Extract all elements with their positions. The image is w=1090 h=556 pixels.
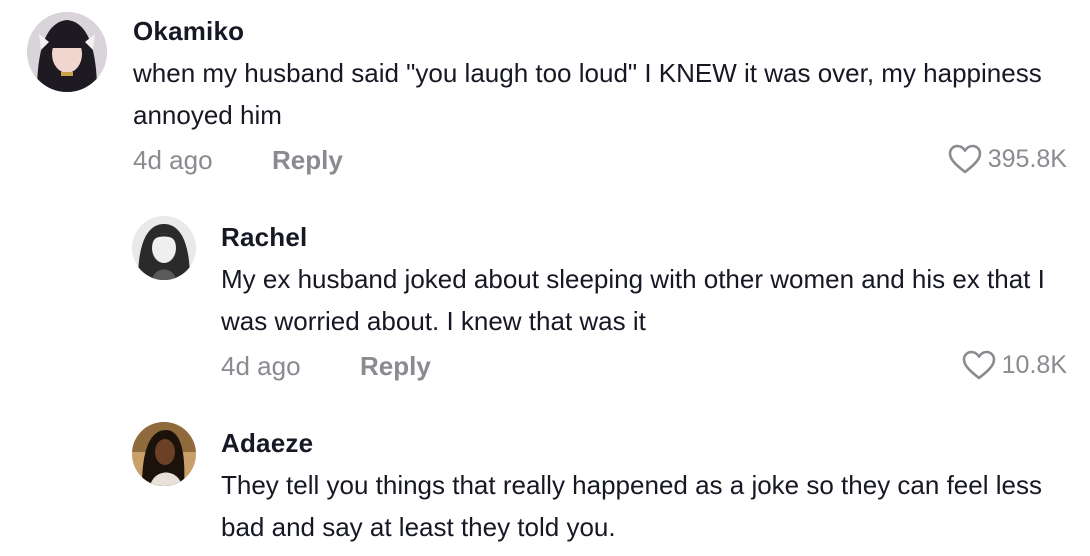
like-count: 10.8K bbox=[1001, 350, 1067, 379]
avatar[interactable] bbox=[27, 12, 107, 92]
heart-outline-icon bbox=[948, 144, 982, 174]
like-button[interactable]: 10.8K bbox=[962, 350, 1067, 380]
like-button[interactable]: 395.8K bbox=[948, 144, 1067, 174]
heart-outline-icon bbox=[962, 350, 996, 380]
comment-text: They tell you things that really happene… bbox=[221, 470, 1042, 542]
avatar[interactable] bbox=[132, 422, 196, 486]
comment-username[interactable]: Rachel bbox=[221, 222, 307, 253]
reply-button[interactable]: Reply bbox=[272, 145, 343, 176]
comment-text: when my husband said "you laugh too loud… bbox=[133, 58, 1042, 130]
comment-timestamp: 4d ago bbox=[133, 145, 213, 175]
comment-timestamp: 4d ago bbox=[221, 351, 301, 381]
like-count: 395.8K bbox=[987, 144, 1067, 173]
reply-button[interactable]: Reply bbox=[360, 351, 431, 382]
avatar[interactable] bbox=[132, 216, 196, 280]
comment-username[interactable]: Okamiko bbox=[133, 16, 244, 47]
comment-text: My ex husband joked about sleeping with … bbox=[221, 264, 1045, 336]
comment-username[interactable]: Adaeze bbox=[221, 428, 313, 459]
